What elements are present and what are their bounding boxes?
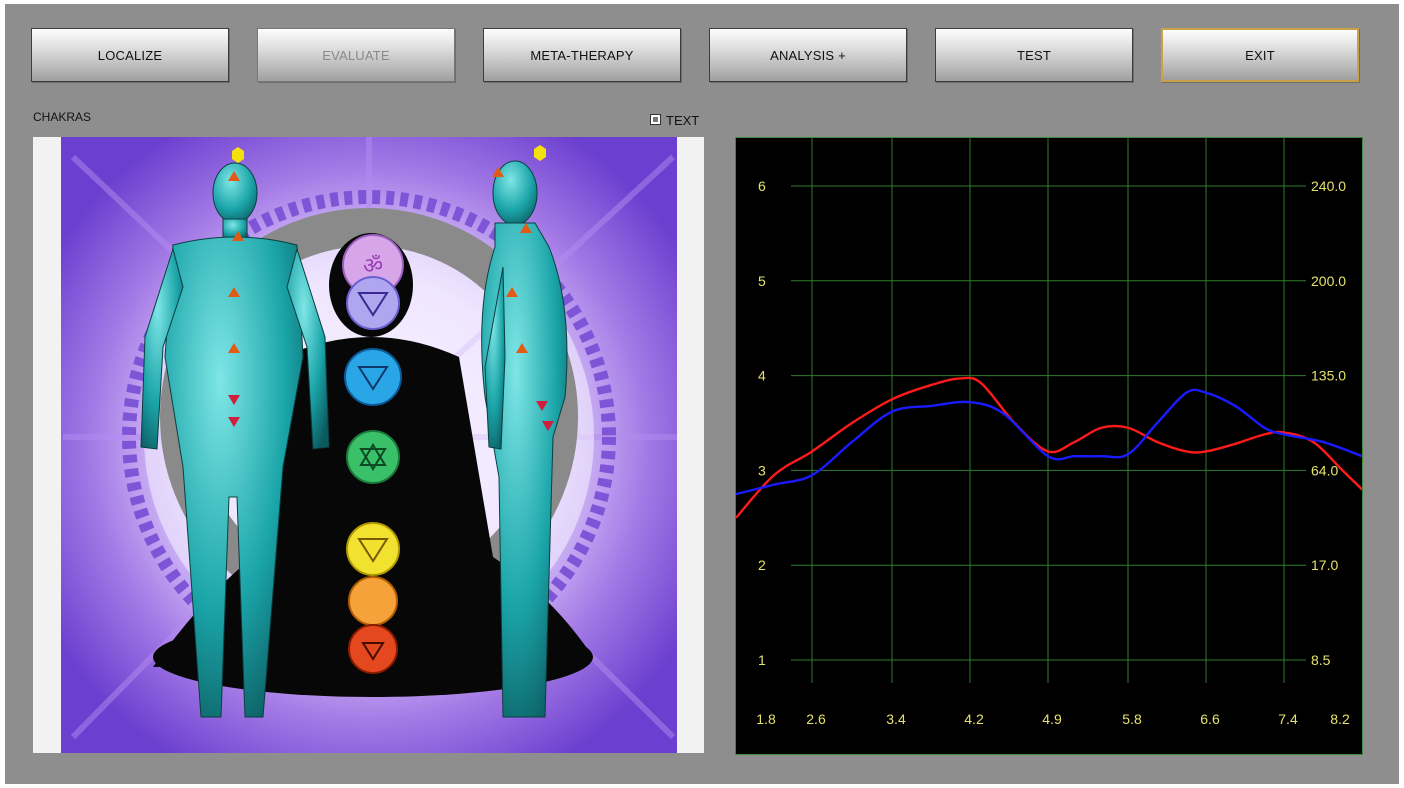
chakra-illustration: ॐ <box>33 137 704 753</box>
x-tick-label: 6.6 <box>1200 711 1220 727</box>
y2-tick-label: 17.0 <box>1311 557 1338 573</box>
x-tick-label: 5.8 <box>1122 711 1142 727</box>
spectrum-graph: 1 8.5 2 17.0 3 64.0 4 135.0 5 200.0 6 240.0 1.8 2.6 3.… <box>735 137 1363 755</box>
y2-tick-label: 200.0 <box>1311 273 1346 289</box>
y2-tick-label: 64.0 <box>1311 462 1338 478</box>
series-blue-line <box>735 388 1363 496</box>
y2-tick-label: 240.0 <box>1311 178 1346 194</box>
x-tick-label: 4.2 <box>964 711 984 727</box>
x-tick-label: 3.4 <box>886 711 906 727</box>
evaluate-button[interactable]: EVALUATE <box>257 28 455 82</box>
y-tick-label: 3 <box>758 462 766 478</box>
y2-tick-label: 135.0 <box>1311 368 1346 384</box>
app-window: LOCALIZE EVALUATE META-THERAPY ANALYSIS … <box>5 4 1399 784</box>
svg-text:ॐ: ॐ <box>363 254 383 279</box>
y-tick-label: 5 <box>758 273 766 289</box>
exit-button[interactable]: EXIT <box>1161 28 1359 82</box>
y-tick-label: 2 <box>758 557 766 573</box>
x-tick-label: 8.2 <box>1330 711 1350 727</box>
x-tick-label: 2.6 <box>806 711 826 727</box>
chakra-symbols: ॐ <box>342 234 404 674</box>
series-red-line <box>735 376 1363 519</box>
y-tick-label: 1 <box>758 652 766 668</box>
y2-tick-label: 8.5 <box>1311 652 1331 668</box>
x-tick-label: 1.8 <box>756 711 776 727</box>
analysis-plus-button[interactable]: ANALYSIS + <box>709 28 907 82</box>
localize-button[interactable]: LOCALIZE <box>31 28 229 82</box>
y-tick-label: 4 <box>758 368 766 384</box>
text-checkbox[interactable] <box>650 114 661 125</box>
meta-therapy-button[interactable]: META-THERAPY <box>483 28 681 82</box>
text-checkbox-label: TEXT <box>666 113 700 128</box>
test-button[interactable]: TEST <box>935 28 1133 82</box>
x-tick-label: 4.9 <box>1042 711 1062 727</box>
x-tick-label: 7.4 <box>1278 711 1298 727</box>
panel-title: CHAKRAS <box>33 110 92 124</box>
y-tick-label: 6 <box>758 178 766 194</box>
